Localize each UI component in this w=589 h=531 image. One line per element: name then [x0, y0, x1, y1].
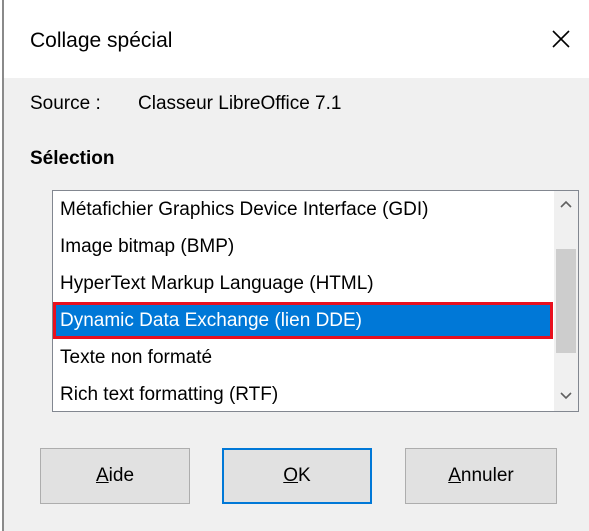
close-icon	[552, 30, 570, 48]
dialog-title: Collage spécial	[30, 29, 173, 52]
list-item[interactable]: Métafichier Graphics Device Interface (G…	[53, 191, 553, 228]
cancel-button-label: nnuler	[460, 465, 514, 486]
chevron-up-icon	[560, 200, 572, 208]
list-item[interactable]: HyperText Markup Language (HTML)	[53, 265, 553, 302]
list-item[interactable]: Rich text formatting (RTF)	[53, 376, 553, 411]
ok-button[interactable]: OK	[222, 448, 372, 504]
selection-heading: Sélection	[30, 148, 115, 169]
cancel-button-mnemonic: A	[448, 465, 461, 486]
list-item[interactable]: Texte non formaté	[53, 339, 553, 376]
list-item[interactable]: Image bitmap (BMP)	[53, 228, 553, 265]
cancel-button[interactable]: Annuler	[405, 448, 557, 504]
scroll-thumb[interactable]	[556, 249, 576, 353]
close-button[interactable]	[535, 12, 589, 66]
source-label: Source :	[30, 93, 101, 114]
ok-button-label: K	[298, 465, 311, 486]
source-value: Classeur LibreOffice 7.1	[138, 93, 342, 114]
scroll-down-button[interactable]	[554, 383, 578, 411]
chevron-down-icon	[560, 392, 572, 400]
format-listbox[interactable]: Métafichier Graphics Device Interface (G…	[52, 190, 579, 412]
help-button-label: ide	[108, 465, 135, 486]
list-item-selected[interactable]: Dynamic Data Exchange (lien DDE)	[53, 302, 553, 339]
ok-button-mnemonic: O	[283, 465, 299, 486]
paste-special-dialog: Collage spécial Source : Classeur LibreO…	[4, 0, 589, 531]
scroll-up-button[interactable]	[554, 191, 578, 219]
vertical-scrollbar[interactable]	[554, 191, 578, 411]
help-button[interactable]: Aide	[40, 448, 190, 504]
help-button-mnemonic: A	[95, 465, 109, 486]
title-bar: Collage spécial	[4, 0, 589, 78]
